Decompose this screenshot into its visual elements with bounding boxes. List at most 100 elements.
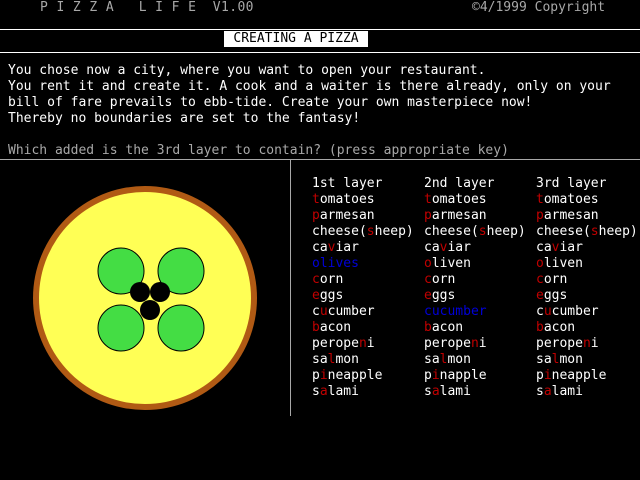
hotkey-letter: s (366, 224, 375, 239)
ingredient-option[interactable]: tomatoes (424, 192, 526, 208)
ingredient-label-part: ca (536, 240, 552, 255)
layer-column-2: 2nd layer tomatoes parmesan cheese(sheep) c… (424, 176, 526, 400)
hotkey-letter: i (319, 368, 328, 383)
hotkey-letter: b (536, 320, 544, 335)
ingredient-label-part: sa (312, 352, 328, 367)
ingredient-label-part: armesan (543, 208, 599, 223)
hotkey-letter: t (424, 192, 432, 207)
ingredient-list: tomatoes parmesan cheese(sheep) caviar olive… (424, 192, 526, 400)
ingredient-option[interactable]: salmon (312, 352, 414, 368)
ingredient-label-part: acon (431, 320, 464, 335)
ingredient-option[interactable]: cucumber (536, 304, 638, 320)
layer-column-1: 1st layer tomatoes parmesan cheese(sheep) c… (312, 176, 414, 400)
hotkey-letter: p (424, 208, 432, 223)
ingredient-option[interactable]: parmesan (424, 208, 526, 224)
ingredient-label-part: liven (543, 256, 583, 271)
ingredient-option[interactable]: caviar (312, 240, 414, 256)
ingredient-label-part: omatoes (543, 192, 599, 207)
hotkey-letter: c (312, 272, 320, 287)
hotkey-letter: u (319, 304, 328, 319)
intro-line-3: bill of fare prevails to ebb-tide. Creat… (8, 95, 533, 110)
ingredient-label-part: mon (559, 352, 583, 367)
ingredient-label-part: orn (543, 272, 568, 287)
ingredient-option[interactable]: salami (312, 384, 414, 400)
ingredient-option[interactable]: oliven (424, 256, 526, 272)
ingredient-option[interactable]: peropeni (536, 336, 638, 352)
ingredient-option[interactable]: bacon (424, 320, 526, 336)
hotkey-letter: a (543, 384, 552, 399)
ingredient-option[interactable]: tomatoes (536, 192, 638, 208)
ingredient-option[interactable]: caviar (536, 240, 638, 256)
ingredient-option[interactable]: cheese(sheep) (536, 224, 638, 240)
ingredient-label-part: cumber (551, 304, 599, 319)
hotkey-letter: n (358, 336, 367, 351)
ingredient-option[interactable]: cheese(sheep) (312, 224, 414, 240)
ingredient-label-part: p (424, 368, 432, 383)
layer-prompt: Which added is the 3rd layer to contain?… (8, 143, 509, 158)
ingredient-label-part: orn (431, 272, 456, 287)
ingredient-label-part: acon (543, 320, 576, 335)
ingredient-label-part: perope (536, 336, 583, 351)
ingredient-option[interactable]: salmon (424, 352, 526, 368)
ingredient-option[interactable]: tomatoes (312, 192, 414, 208)
hotkey-letter: c (424, 272, 432, 287)
hotkey-letter: a (431, 384, 440, 399)
hotkey-letter: e (424, 288, 432, 303)
ingredient-label-part: mon (335, 352, 359, 367)
ingredient-option[interactable]: salami (424, 384, 526, 400)
ingredient-option[interactable]: corn (312, 272, 414, 288)
ingredient-label-part: cheese( (424, 224, 479, 239)
ingredient-option[interactable]: bacon (536, 320, 638, 336)
ingredient-label-part: i (366, 336, 375, 351)
ingredient-option[interactable]: eggs (536, 288, 638, 304)
ingredient-label-part: lami (327, 384, 359, 399)
ingredient-option[interactable]: salami (536, 384, 638, 400)
ingredient-label-part: neapple (551, 368, 607, 383)
ingredient-option[interactable]: pineapple (536, 368, 638, 384)
ingredient-option[interactable]: bacon (312, 320, 414, 336)
ingredient-option[interactable]: peropeni (424, 336, 526, 352)
hotkey-letter: e (536, 288, 544, 303)
ingredient-option[interactable]: caviar (424, 240, 526, 256)
ingredient-label-part: sa (424, 352, 440, 367)
intro-line-1: You chose now a city, where you want to … (8, 63, 486, 78)
ingredient-label-part: perope (312, 336, 359, 351)
layer-header: 3rd layer (536, 176, 607, 191)
ingredient-label-part: mon (447, 352, 471, 367)
ingredient-label-part: sa (536, 352, 552, 367)
ingredient-option[interactable]: cucumber (312, 304, 414, 320)
ingredient-option[interactable]: corn (424, 272, 526, 288)
ingredient-option[interactable]: parmesan (312, 208, 414, 224)
ingredient-list: tomatoes parmesan cheese(sheep) caviar olive… (536, 192, 638, 400)
ingredient-label-part: neapple (327, 368, 383, 383)
ingredient-option[interactable]: pineapple (312, 368, 414, 384)
ingredient-option[interactable]: peropeni (312, 336, 414, 352)
ingredient-label-part: c (312, 304, 320, 319)
layer-column-3: 3rd layer tomatoes parmesan cheese(sheep) c… (536, 176, 638, 400)
ingredient-label-part: orn (319, 272, 344, 287)
ingredient-option[interactable]: eggs (424, 288, 526, 304)
ingredient-option[interactable]: corn (536, 272, 638, 288)
ingredient-label-part: ggs (543, 288, 568, 303)
ingredient-label-part: liven (431, 256, 471, 271)
ingredient-option[interactable]: pinapple (424, 368, 526, 384)
ingredient-label-part: armesan (431, 208, 487, 223)
topping-black-dot (130, 282, 150, 302)
copyright-notice: ©4/1999 Copyright (472, 0, 606, 15)
hotkey-letter: t (312, 192, 320, 207)
topping-black-dot (150, 282, 170, 302)
ingredient-label-part: c (424, 304, 432, 319)
ingredient-option[interactable]: parmesan (536, 208, 638, 224)
screen-title: CREATING A PIZZA (224, 31, 368, 47)
ingredient-option[interactable]: eggs (312, 288, 414, 304)
pizza-preview (33, 186, 257, 410)
hotkey-letter: n (582, 336, 591, 351)
ingredient-option[interactable]: salmon (536, 352, 638, 368)
ingredient-option[interactable]: oliven (536, 256, 638, 272)
ingredient-option[interactable]: cucumber (424, 304, 526, 320)
hotkey-letter: p (536, 208, 544, 223)
hotkey-letter: t (536, 192, 544, 207)
topping-green-circle (157, 304, 205, 352)
ingredient-option[interactable]: cheese(sheep) (424, 224, 526, 240)
ingredient-option[interactable]: olives (312, 256, 414, 272)
